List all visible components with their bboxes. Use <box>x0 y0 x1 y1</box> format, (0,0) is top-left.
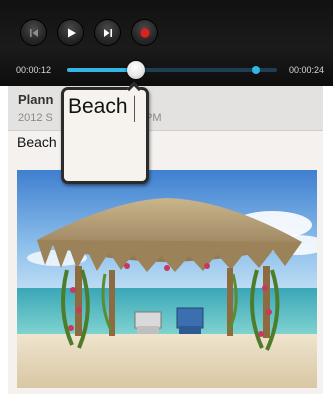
skip-next-button[interactable] <box>95 20 120 45</box>
seek-bar-marker <box>252 66 260 74</box>
note-date: 2012 S <box>18 112 53 124</box>
audio-player-bar: 00:00:12 00:00:24 <box>0 0 333 86</box>
skip-next-icon <box>103 28 112 37</box>
seek-bar-thumb[interactable] <box>127 61 146 79</box>
record-button[interactable] <box>132 20 157 45</box>
text-magnifier: Beach <box>61 87 149 184</box>
text-cursor <box>134 95 135 122</box>
beach-photo-image <box>17 170 317 388</box>
skip-previous-icon <box>29 28 38 37</box>
note-header: Plann 2012 S PM <box>8 86 323 131</box>
beach-hut-photo <box>17 170 317 388</box>
seek-bar-progress <box>67 68 137 72</box>
total-time: 00:00:24 <box>289 65 325 75</box>
play-icon <box>67 28 76 37</box>
magnifier-text: Beach <box>68 95 128 118</box>
record-icon <box>139 27 150 38</box>
seek-bar[interactable] <box>67 61 277 79</box>
note-title: Plann <box>18 92 54 107</box>
note-content: Plann 2012 S PM Beach <box>8 86 323 394</box>
play-button[interactable] <box>58 20 83 45</box>
note-body-text[interactable]: Beach <box>17 134 57 150</box>
skip-previous-button[interactable] <box>21 20 46 45</box>
elapsed-time: 00:00:12 <box>16 65 52 75</box>
